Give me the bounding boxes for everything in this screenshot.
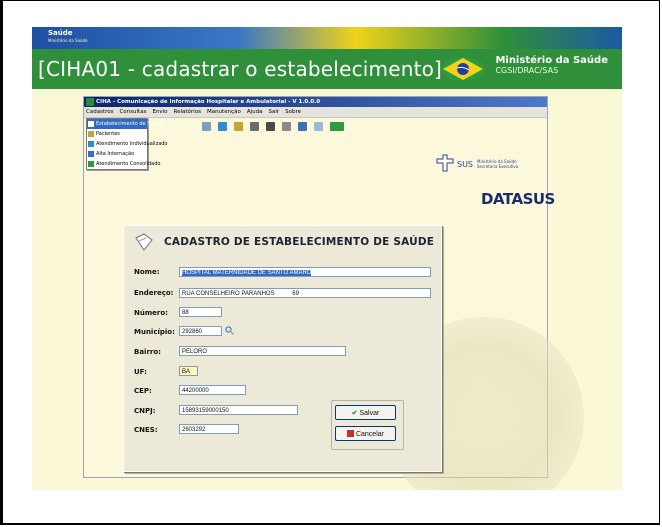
toolbar	[202, 120, 344, 134]
isus-sub2: Secretaria Executiva	[477, 164, 519, 169]
isus-logo-icon: SUS Ministério da Saúde Secretaria Execu…	[436, 154, 519, 172]
app-window: CIHA - Comunicação de Informação Hospita…	[83, 96, 584, 490]
dropdown-item-label: Pacientes	[96, 131, 120, 137]
cnes-label: CNES:	[134, 426, 158, 434]
menu-sair[interactable]: Sair	[268, 107, 279, 117]
endereco-num-value: 69	[292, 291, 299, 297]
cnpj-label: CNPJ:	[134, 407, 156, 415]
org-name: Ministério da Saúde	[495, 55, 608, 66]
bairro-field[interactable]: PELORO	[179, 346, 346, 356]
saude-logo-sub: Ministério da Saúde	[48, 38, 88, 43]
check-icon: ✔	[351, 410, 358, 417]
menu-consultas[interactable]: Consultas	[119, 107, 146, 117]
menu-relatorios[interactable]: Relatórios	[174, 107, 201, 117]
menu-sobre[interactable]: Sobre	[285, 107, 301, 117]
uf-field[interactable]: BA	[179, 366, 198, 376]
dialog-header: CADASTRO DE ESTABELECIMENTO DE SAÚDE	[124, 226, 441, 260]
brasil-flag-icon	[441, 57, 485, 81]
cancel-button[interactable]: Cancelar	[335, 426, 396, 441]
dropdown-item-pacientes[interactable]: Pacientes	[87, 129, 147, 139]
discharge-icon	[88, 151, 94, 157]
toolbar-copy-icon[interactable]	[250, 122, 259, 131]
bairro-label: Bairro:	[134, 348, 161, 356]
cadastros-dropdown: Estabelecimento de Saúde Pacientes Atend…	[86, 118, 168, 170]
cnes-value: 2603292	[182, 427, 206, 433]
cancel-button-label: Cancelar	[355, 431, 384, 438]
toolbar-pages-icon[interactable]	[314, 122, 323, 131]
endereco-label: Endereço:	[134, 289, 174, 297]
dropdown-item-label: Atendimento Individualizado	[96, 141, 168, 147]
dropdown-item-label: Estabelecimento de Saúde	[96, 121, 163, 127]
care-icon	[88, 141, 94, 147]
form-icon	[135, 233, 153, 251]
municipio-label: Município:	[134, 328, 175, 336]
hospital-icon	[88, 121, 94, 127]
datasus-logo: DATASUS	[481, 190, 555, 208]
toolbar-globe-icon[interactable]	[218, 122, 227, 131]
dropdown-item-alta-internacao[interactable]: Alta Internação	[87, 149, 147, 159]
menu-manutencao[interactable]: Manutenção	[207, 107, 241, 117]
dropdown-item-label: Alta Internação	[96, 151, 135, 157]
saude-logo-text: Saúde	[48, 29, 73, 37]
municipio-field[interactable]: 292860	[179, 326, 222, 336]
uf-value: BA	[182, 369, 191, 375]
endereco-value: RUA CONSELHEIRO PARANHOS	[182, 291, 275, 297]
toolbar-print-icon[interactable]	[266, 122, 275, 131]
endereco-field[interactable]: RUA CONSELHEIRO PARANHOS 69	[179, 288, 431, 298]
nome-field[interactable]: HOSPITAL MATERNIDADE DE SANTO AMARO	[179, 267, 431, 277]
slide: Saúde Ministério da Saúde [CIHA01 - cada…	[32, 27, 622, 490]
numero-field[interactable]: 88	[179, 307, 222, 317]
app-icon	[86, 98, 94, 106]
cnpj-field[interactable]: 15893159000150	[179, 405, 298, 415]
cep-field[interactable]: 44200000	[179, 385, 246, 395]
cadastro-dialog: CADASTRO DE ESTABELECIMENTO DE SAÚDE Nom…	[123, 225, 442, 472]
cnpj-value: 15893159000150	[182, 408, 229, 414]
toolbar-preview-icon[interactable]	[282, 122, 291, 131]
search-icon[interactable]	[225, 326, 234, 335]
toolbar-refresh-icon[interactable]	[202, 122, 211, 131]
toolbar-exit-icon[interactable]	[330, 122, 344, 131]
org-brand: Ministério da Saúde CGSI/DRAC/SAS	[495, 55, 608, 75]
header-stripe: Saúde Ministério da Saúde	[32, 27, 622, 49]
dropdown-item-atendimento-consolidado[interactable]: Atendimento Consolidado	[87, 159, 160, 169]
toolbar-folder-icon[interactable]	[234, 122, 243, 131]
title-bar: [CIHA01 - cadastrar o estabelecimento] M…	[32, 49, 622, 89]
saude-logo: Saúde Ministério da Saúde	[48, 30, 88, 44]
save-button[interactable]: ✔ Salvar	[335, 405, 396, 420]
isus-label: SUS	[457, 160, 473, 169]
uf-label: UF:	[134, 368, 147, 376]
consolidated-icon	[88, 161, 94, 167]
menu-envio[interactable]: Envio	[152, 107, 167, 117]
bairro-value: PELORO	[182, 349, 208, 355]
dropdown-item-atendimento-individualizado[interactable]: Atendimento Individualizado	[87, 139, 168, 149]
patient-icon	[88, 131, 94, 137]
menu-cadastros[interactable]: Cadastros	[86, 107, 113, 117]
menu-ajuda[interactable]: Ajuda	[247, 107, 263, 117]
menu-bar: Cadastros Consultas Envio Relatórios Man…	[84, 107, 547, 118]
slide-title: [CIHA01 - cadastrar o estabelecimento]	[38, 57, 443, 81]
numero-value: 88	[182, 310, 189, 316]
org-sub: CGSI/DRAC/SAS	[495, 66, 559, 75]
save-button-label: Salvar	[359, 410, 380, 417]
app-title: CIHA - Comunicação de Informação Hospita…	[96, 99, 321, 105]
app-title-bar: CIHA - Comunicação de Informação Hospita…	[84, 97, 547, 107]
numero-label: Número:	[134, 309, 168, 317]
municipio-value: 292860	[182, 329, 203, 335]
cep-value: 44200000	[182, 388, 209, 394]
dialog-title: CADASTRO DE ESTABELECIMENTO DE SAÚDE	[164, 236, 435, 248]
cancel-icon	[347, 430, 355, 437]
nome-value: HOSPITAL MATERNIDADE DE SANTO AMARO	[182, 270, 312, 276]
dropdown-item-estabelecimento[interactable]: Estabelecimento de Saúde	[87, 119, 163, 129]
cep-label: CEP:	[134, 387, 152, 395]
cnes-field[interactable]: 2603292	[179, 424, 239, 434]
nome-label: Nome:	[134, 268, 160, 276]
dropdown-item-label: Atendimento Consolidado	[96, 161, 161, 167]
toolbar-document-icon[interactable]	[298, 122, 307, 131]
